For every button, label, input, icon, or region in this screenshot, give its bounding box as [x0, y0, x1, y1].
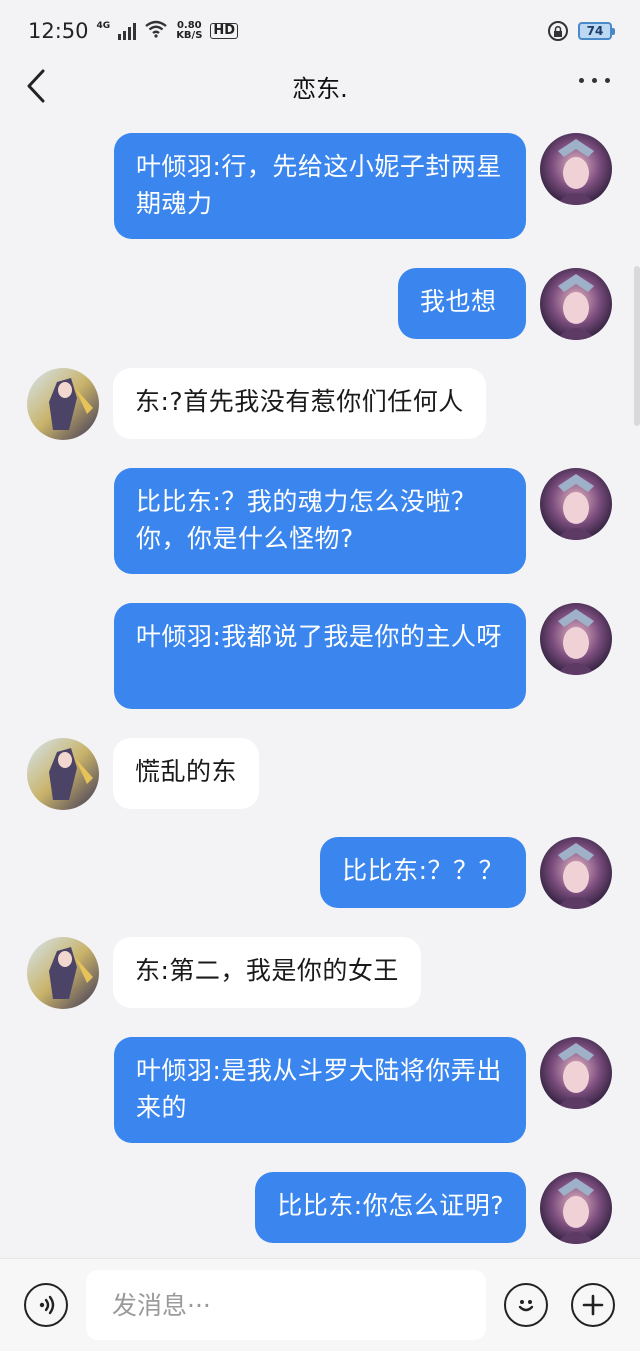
outgoing-bubble[interactable]: 叶倾羽:是我从斗罗大陆将你弄出来的	[114, 1037, 526, 1143]
back-arrow-icon[interactable]	[26, 68, 56, 104]
message-input[interactable]	[86, 1270, 486, 1340]
incoming-bubble[interactable]: 东:第二，我是你的女王	[113, 937, 421, 1008]
plus-icon[interactable]	[571, 1283, 615, 1327]
avatar-self[interactable]	[540, 268, 612, 340]
outgoing-bubble[interactable]: 比比东:你怎么证明?	[255, 1172, 526, 1243]
emoji-icon[interactable]	[504, 1283, 548, 1327]
avatar-self[interactable]	[540, 1037, 612, 1109]
more-icon[interactable]	[579, 78, 610, 83]
outgoing-bubble[interactable]: 比比东:？？？	[320, 837, 526, 908]
outgoing-bubble[interactable]: 叶倾羽:我都说了我是你的主人呀	[114, 603, 526, 709]
incoming-bubble[interactable]: 慌乱的东	[113, 738, 260, 809]
scrollbar[interactable]	[634, 266, 640, 426]
status-bar: 12:50 4G 0.80 KB/S HD 74	[0, 0, 640, 62]
avatar-self[interactable]	[540, 468, 612, 540]
hd-badge: HD	[210, 23, 239, 39]
rotation-lock-icon	[548, 21, 568, 41]
network-type: 4G	[96, 21, 111, 31]
voice-icon[interactable]	[24, 1283, 68, 1327]
incoming-bubble[interactable]: 东:?首先我没有惹你们任何人	[113, 368, 486, 439]
outgoing-bubble[interactable]: 比比东:？我的魂力怎么没啦？你，你是什么怪物?	[114, 468, 526, 574]
wifi-icon	[144, 19, 168, 43]
signal-icon	[118, 22, 137, 40]
avatar-self[interactable]	[540, 837, 612, 909]
battery-icon: 74	[578, 22, 615, 40]
chat-header: 恋东.	[0, 62, 640, 110]
outgoing-bubble[interactable]: 我也想	[398, 268, 526, 339]
input-bar	[0, 1258, 640, 1351]
net-speed: 0.80 KB/S	[176, 20, 203, 41]
avatar-self[interactable]	[540, 133, 612, 205]
avatar-contact[interactable]	[27, 937, 99, 1009]
chat-title: 恋东.	[292, 74, 348, 103]
avatar-contact[interactable]	[27, 368, 99, 440]
status-time: 12:50	[28, 19, 89, 43]
avatar-self[interactable]	[540, 603, 612, 675]
avatar-self[interactable]	[540, 1172, 612, 1244]
avatar-contact[interactable]	[27, 738, 99, 810]
outgoing-bubble[interactable]: 叶倾羽:行，先给这小妮子封两星期魂力	[114, 133, 526, 239]
